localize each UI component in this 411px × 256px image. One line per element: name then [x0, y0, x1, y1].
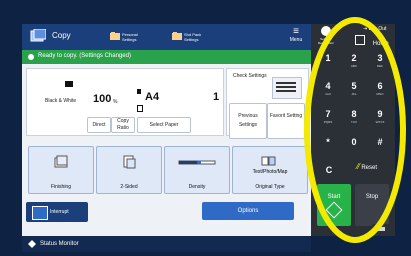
density-icon — [178, 160, 216, 165]
favorite-settings-label: Favorit Setting — [269, 113, 303, 119]
shared-settings-button[interactable]: Shd Pack Settings — [172, 27, 206, 47]
header-bar: Copy Personal Settings Shd Pack Settings… — [22, 24, 311, 50]
personal-settings-label: Personal Settings — [122, 32, 138, 42]
shared-settings-label: Shd Pack Settings — [184, 32, 202, 42]
status-line: Ready to copy. (Settings Changed) — [22, 50, 311, 64]
paper-icons — [137, 81, 151, 112]
folder-icon — [172, 32, 182, 40]
two-sided-icon — [123, 155, 136, 169]
two-sided-button[interactable]: 2-Sided — [96, 146, 162, 194]
original-type-mode: Text/Photo/Map — [252, 169, 288, 175]
direct-button[interactable]: Direct — [87, 117, 111, 133]
paper-size[interactable]: A4 — [145, 91, 159, 103]
copy-ratio-button[interactable]: Copy Ratio — [111, 117, 135, 133]
interrupt-button[interactable]: Interrupt — [26, 202, 88, 222]
status-monitor-label: Status Monitor — [40, 241, 79, 247]
preview-thumbnail — [272, 77, 302, 99]
check-settings-label: Check Settings — [233, 73, 267, 79]
finishing-button[interactable]: Finishing — [28, 146, 94, 194]
select-paper-label: Select Paper — [149, 122, 179, 128]
app-title: Copy — [52, 31, 71, 40]
finishing-icon — [54, 155, 68, 168]
right-settings-panel: Check Settings Previous Settings Favorit… — [226, 68, 309, 139]
ratio-value[interactable]: 100 — [93, 93, 111, 105]
highlight-ellipse — [304, 17, 406, 243]
status-monitor-bar[interactable]: Status Monitor — [22, 236, 311, 252]
density-button[interactable]: Density — [164, 146, 230, 194]
copy-icon — [30, 29, 46, 42]
touchscreen: Copy Personal Settings Shd Pack Settings… — [22, 24, 311, 236]
density-label: Density — [188, 184, 206, 190]
status-monitor-icon — [28, 240, 36, 248]
check-settings-button[interactable]: Check Settings — [229, 71, 306, 99]
ratio-unit: % — [113, 99, 118, 105]
copies-count[interactable]: 1 — [213, 91, 219, 103]
copy-ratio-label: Copy Ratio — [117, 118, 129, 131]
select-paper-button[interactable]: Select Paper — [137, 117, 191, 133]
original-type-icon — [261, 156, 276, 166]
finishing-label: Finishing — [50, 184, 71, 190]
copy-settings-panel: Black & White 100 % A4 1 Direct Copy Rat… — [26, 68, 224, 136]
folder-icon — [110, 32, 120, 40]
options-button[interactable]: Options — [202, 202, 294, 220]
personal-settings-button[interactable]: Personal Settings — [110, 27, 144, 47]
status-message: Ready to copy. (Settings Changed) — [38, 53, 131, 59]
previous-settings-button[interactable]: Previous Settings — [229, 103, 267, 139]
options-label: Options — [237, 208, 259, 214]
two-sided-label: 2-Sided — [120, 184, 138, 190]
original-type-label: Original Type — [255, 184, 285, 190]
previous-settings-label: Previous Settings — [238, 113, 258, 128]
status-dot-icon — [28, 54, 34, 60]
bw-icon — [65, 81, 73, 87]
interrupt-icon — [32, 206, 48, 220]
interrupt-label: Interrupt — [50, 209, 69, 215]
color-mode[interactable]: Black & White — [45, 98, 76, 104]
original-type-button[interactable]: Text/Photo/Map Original Type — [232, 146, 308, 194]
direct-label: Direct — [92, 122, 106, 128]
